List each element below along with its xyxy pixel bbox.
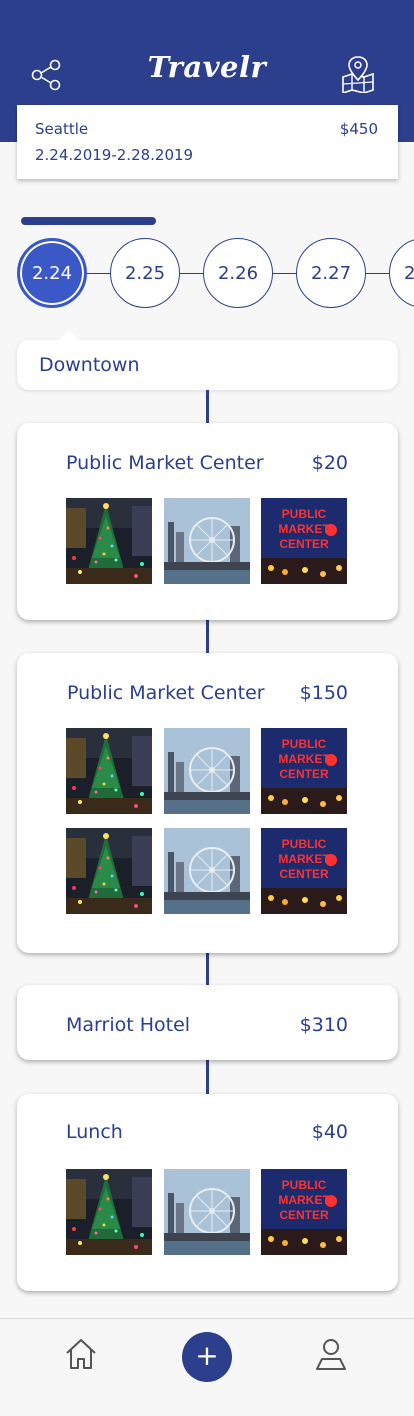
activity-price: $150 [299,682,348,704]
date-chip[interactable]: 2.25 [110,238,180,308]
area-pointer [57,330,81,342]
svg-text:MARKET: MARKET [278,752,330,766]
public-market-sign-photo[interactable]: PUBLIC MARKET CENTER [261,828,347,914]
area-card: Downtown [17,330,398,390]
svg-text:CENTER: CENTER [279,867,329,881]
trip-total-price: $450 [339,120,378,138]
ferris-wheel-photo[interactable] [164,498,250,584]
trip-dates: 2.24.2019-2.28.2019 [35,146,194,164]
svg-text:PUBLIC: PUBLIC [282,737,327,751]
svg-text:MARKET: MARKET [278,522,330,536]
svg-text:PUBLIC: PUBLIC [282,1178,327,1192]
svg-text:PUBLIC: PUBLIC [282,837,327,851]
public-market-sign-photo[interactable]: PUBLIC MARKET CENTER [261,498,347,584]
activity-price: $20 [311,452,348,474]
trip-summary-card[interactable]: Seattle 2.24.2019-2.28.2019 $450 [17,105,398,179]
date-selector: 2.24 2.25 2.26 2.27 2.28 [0,238,414,310]
date-chip[interactable]: 2.26 [203,238,273,308]
svg-text:PUBLIC: PUBLIC [282,507,327,521]
svg-text:MARKET: MARKET [278,852,330,866]
public-market-sign-photo[interactable]: PUBLIC MARKET CENTER [261,728,347,814]
map-pin-icon[interactable] [340,55,376,93]
christmas-tree-photo[interactable] [66,828,152,914]
home-icon[interactable] [64,1337,98,1371]
activity-card[interactable]: Public Market Center $150 PUBLIC MARKET … [17,653,398,953]
activity-price: $310 [299,1014,348,1036]
trip-city: Seattle [35,120,89,138]
activity-name: Lunch [66,1121,123,1143]
date-chip[interactable]: 2.24 [17,238,87,308]
trip-progress-bar [21,217,156,225]
timeline-connector [206,620,209,653]
date-chip[interactable]: 2.27 [296,238,366,308]
ferris-wheel-photo[interactable] [164,728,250,814]
activity-card[interactable]: Public Market Center $20 PUBLIC MARKET C… [17,423,398,620]
public-market-sign-photo[interactable]: PUBLIC MARKET CENTER [261,1169,347,1255]
ferris-wheel-photo[interactable] [164,1169,250,1255]
svg-text:CENTER: CENTER [279,537,329,551]
activity-name: Public Market Center [67,682,265,704]
timeline-connector [206,953,209,985]
svg-text:MARKET: MARKET [278,1193,330,1207]
bottom-navigation: + [0,1318,414,1416]
ferris-wheel-photo[interactable] [164,828,250,914]
christmas-tree-photo[interactable] [66,728,152,814]
date-chip[interactable]: 2.28 [389,238,414,308]
svg-text:CENTER: CENTER [279,1208,329,1222]
timeline-connector [206,1060,209,1094]
activity-price: $40 [311,1121,348,1143]
activity-name: Public Market Center [66,452,264,474]
christmas-tree-photo[interactable] [66,498,152,584]
timeline-connector [206,390,209,423]
christmas-tree-photo[interactable] [66,1169,152,1255]
activity-card[interactable]: Marriot Hotel $310 [17,985,398,1060]
add-button[interactable]: + [182,1332,232,1382]
activity-card[interactable]: Lunch $40 PUBLIC MARKET CENTER [17,1094,398,1291]
profile-icon[interactable] [314,1337,348,1371]
area-name: Downtown [39,354,140,376]
activity-name: Marriot Hotel [66,1014,191,1036]
svg-text:CENTER: CENTER [279,767,329,781]
